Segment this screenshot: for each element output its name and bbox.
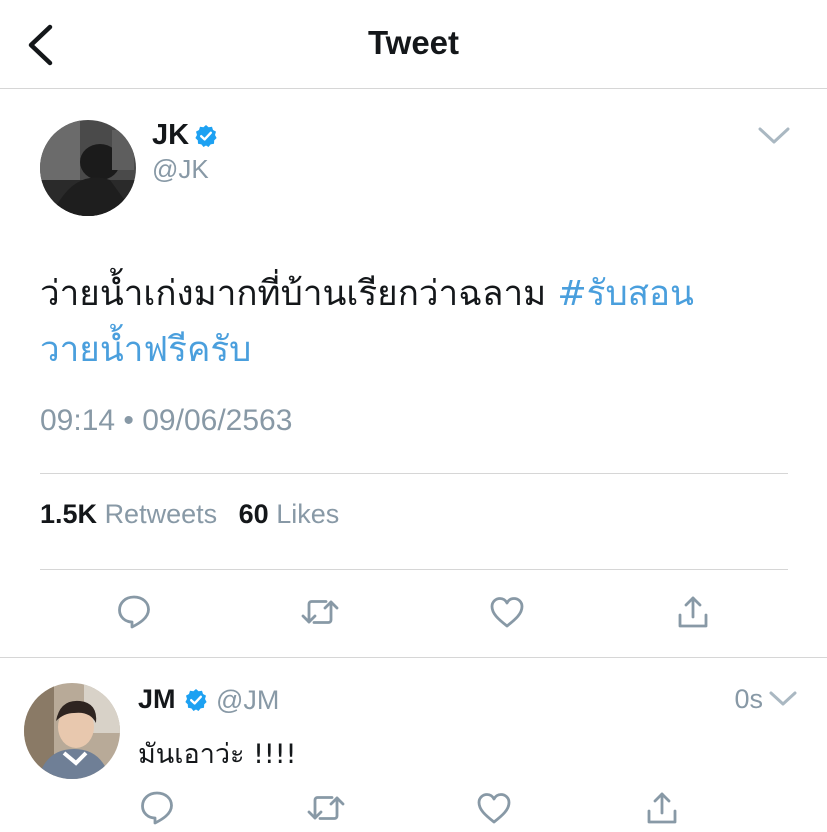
reply-button[interactable]: [135, 786, 179, 830]
like-button[interactable]: [472, 786, 516, 830]
reply-icon: [118, 595, 150, 629]
heart-icon: [477, 793, 511, 824]
author-handle[interactable]: @JK: [152, 154, 209, 185]
chevron-down-icon[interactable]: [768, 690, 798, 708]
retweets-count[interactable]: 1.5K: [40, 499, 97, 529]
share-icon: [647, 792, 677, 824]
divider: [0, 657, 827, 658]
author-name[interactable]: JK: [152, 119, 189, 152]
chevron-down-icon[interactable]: [757, 126, 791, 146]
share-icon: [678, 596, 708, 628]
reply-author-handle[interactable]: @JM: [216, 685, 279, 716]
divider: [40, 473, 788, 474]
heart-icon: [490, 597, 524, 628]
tweet-text-body: ว่ายน้ำเก่งมากที่บ้านเรียกว่าฉลาม: [40, 274, 558, 314]
divider: [40, 569, 788, 570]
retweet-button[interactable]: [304, 786, 348, 830]
verified-badge-icon: [185, 689, 207, 711]
retweet-button[interactable]: [298, 590, 342, 634]
page-title: Tweet: [367, 24, 460, 61]
likes-count[interactable]: 60: [239, 499, 269, 529]
engagement-stats: 1.5K Retweets 60 Likes: [40, 499, 339, 530]
avatar[interactable]: [40, 120, 136, 216]
tweet-timestamp: 09:14 • 09/06/2563: [40, 404, 293, 437]
share-button[interactable]: [640, 786, 684, 830]
reply-icon: [141, 791, 173, 825]
likes-label[interactable]: Likes: [276, 499, 339, 529]
retweet-icon: [301, 600, 339, 624]
tweet-text: ว่ายน้ำเก่งมากที่บ้านเรียกว่าฉลาม #รับสอ…: [40, 266, 740, 378]
like-button[interactable]: [485, 590, 529, 634]
verified-badge-icon: [195, 125, 217, 147]
top-bar: Tweet: [0, 0, 827, 89]
retweets-label[interactable]: Retweets: [105, 499, 218, 529]
reply-avatar[interactable]: [24, 683, 120, 779]
share-button[interactable]: [671, 590, 715, 634]
reply-text: มันเอาว่ะ !!!!: [138, 739, 297, 770]
reply-time: 0s: [734, 684, 763, 714]
retweet-icon: [307, 796, 345, 820]
reply-button[interactable]: [112, 590, 156, 634]
reply-author-name[interactable]: JM: [138, 684, 176, 715]
